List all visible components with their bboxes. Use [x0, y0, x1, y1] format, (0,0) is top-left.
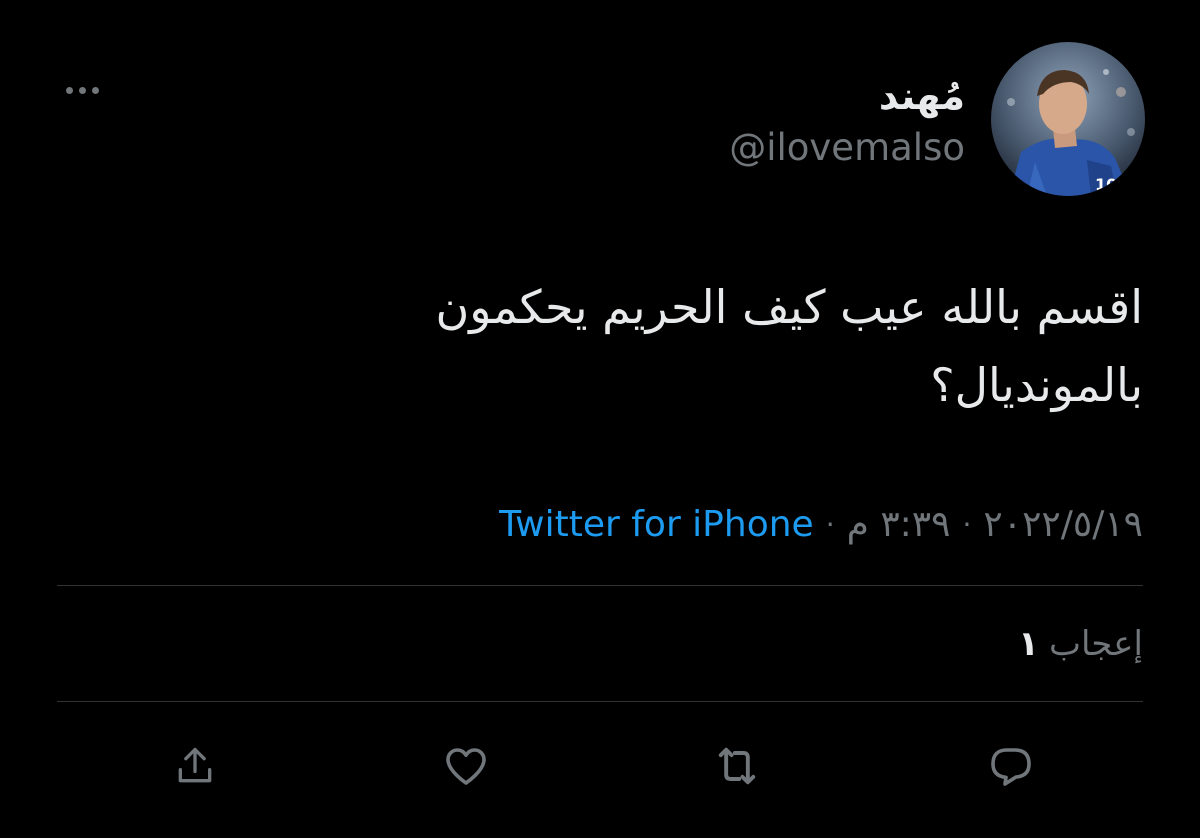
tweet-detail: 10 مُهند @ilovemalso اقسم بالله عيب كيف … [0, 0, 1200, 838]
separator: · [825, 507, 835, 541]
user-handle[interactable]: @ilovemalso [729, 124, 965, 172]
reply-button[interactable] [983, 738, 1039, 794]
likes-count: ١ [1018, 624, 1039, 664]
more-options-icon[interactable] [56, 78, 108, 102]
reply-icon [991, 748, 1031, 786]
retweet-button[interactable] [709, 738, 765, 794]
divider [57, 701, 1143, 702]
likes-label: إعجاب [1048, 624, 1143, 664]
tweet-source-link[interactable]: Twitter for iPhone [499, 504, 814, 545]
dot [91, 86, 99, 94]
heart-icon [446, 748, 486, 785]
likes-stat[interactable]: ١ إعجاب [1018, 620, 1143, 668]
share-button[interactable] [167, 738, 223, 794]
avatar[interactable]: 10 [991, 42, 1145, 196]
dot [65, 86, 73, 94]
tweet-date[interactable]: ٢٠٢٢/٥/١٩ [983, 504, 1143, 545]
profile-photo-icon: 10 [991, 42, 1145, 196]
display-name[interactable]: مُهند [879, 72, 965, 120]
dot [78, 86, 86, 94]
like-button[interactable] [438, 738, 494, 794]
retweet-icon [718, 747, 756, 785]
tweet-time[interactable]: ٣:٣٩ م [847, 504, 951, 545]
share-icon [178, 747, 212, 783]
tweet-text: اقسم بالله عيب كيف الحريم يحكمون بالموند… [435, 280, 1143, 412]
tweet-metadata: ٢٠٢٢/٥/١٩ · ٣:٣٩ م · Twitter for iPhone [499, 498, 1143, 550]
svg-text:10: 10 [1095, 175, 1117, 194]
separator: · [962, 507, 972, 541]
divider [57, 585, 1143, 586]
